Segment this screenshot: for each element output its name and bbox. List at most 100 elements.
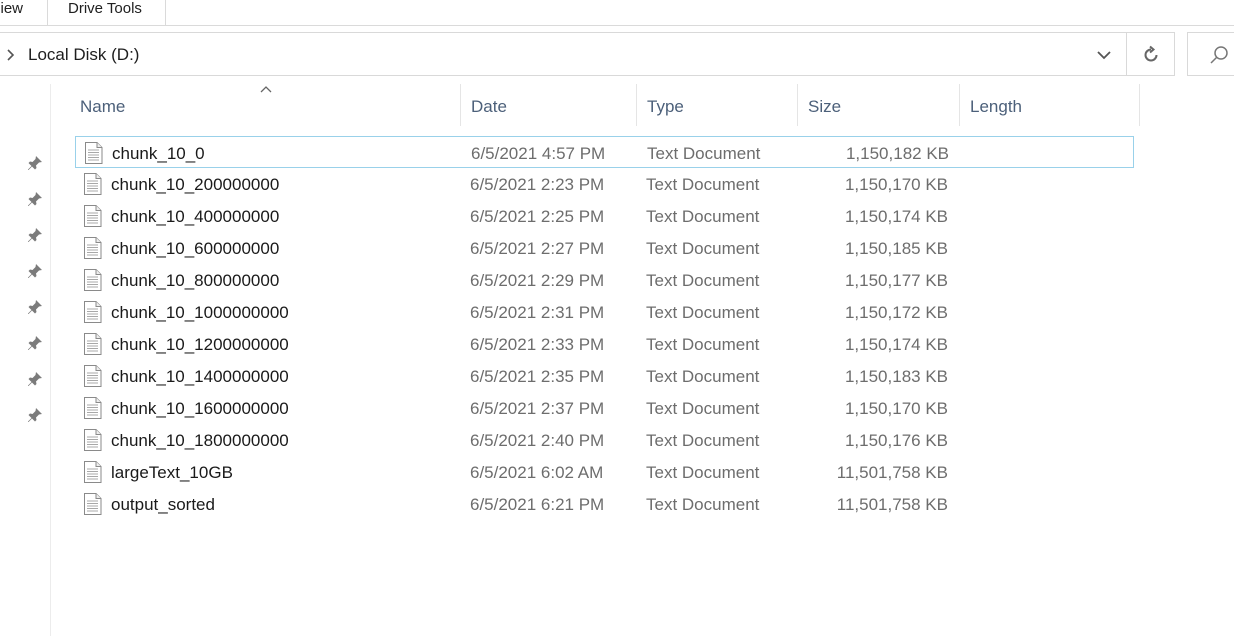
- file-date: 6/5/2021 2:37 PM: [470, 399, 605, 418]
- file-row[interactable]: largeText_10GB 6/5/2021 6:02 AM Text Doc…: [75, 456, 1134, 488]
- file-type: Text Document: [646, 207, 760, 226]
- file-row[interactable]: chunk_10_200000000 6/5/2021 2:23 PM Text…: [75, 168, 1134, 200]
- file-type: Text Document: [646, 239, 760, 258]
- address-bar[interactable]: Local Disk (D:): [0, 32, 1127, 76]
- refresh-icon: [1144, 45, 1158, 62]
- file-size: 1,150,185 KB: [844, 239, 948, 258]
- text-file-icon: [84, 333, 102, 355]
- text-file-icon: [84, 397, 102, 419]
- file-size: 1,150,177 KB: [844, 271, 948, 290]
- pin-icon[interactable]: [27, 335, 43, 351]
- text-file-icon: [84, 461, 102, 483]
- ribbon-tabs: iew Drive Tools: [0, 0, 1234, 26]
- text-file-icon: [84, 365, 102, 387]
- search-box[interactable]: [1187, 32, 1234, 76]
- pin-icon[interactable]: [27, 155, 43, 171]
- pin-icon[interactable]: [27, 191, 43, 207]
- file-row[interactable]: chunk_10_1600000000 6/5/2021 2:37 PM Tex…: [75, 392, 1134, 424]
- file-type: Text Document: [646, 431, 760, 450]
- file-size: 11,501,758 KB: [836, 495, 948, 514]
- pin-icon[interactable]: [27, 299, 43, 315]
- column-header-type-label: Type: [647, 97, 684, 116]
- refresh-button[interactable]: [1127, 32, 1175, 76]
- file-row[interactable]: output_sorted 6/5/2021 6:21 PM Text Docu…: [75, 488, 1134, 520]
- file-size: 1,150,174 KB: [844, 207, 948, 226]
- tab-drive-tools-label: Drive Tools: [68, 0, 142, 17]
- file-name: chunk_10_1800000000: [111, 431, 289, 450]
- file-row[interactable]: chunk_10_400000000 6/5/2021 2:25 PM Text…: [75, 200, 1134, 232]
- file-date: 6/5/2021 2:29 PM: [470, 271, 605, 290]
- file-size: 1,150,183 KB: [844, 367, 948, 386]
- file-name: chunk_10_1000000000: [111, 303, 289, 322]
- file-name: largeText_10GB: [111, 463, 233, 482]
- file-row[interactable]: chunk_10_1000000000 6/5/2021 2:31 PM Tex…: [75, 296, 1134, 328]
- file-row[interactable]: chunk_10_1400000000 6/5/2021 2:35 PM Tex…: [75, 360, 1134, 392]
- file-type: Text Document: [646, 335, 760, 354]
- file-row[interactable]: chunk_10_800000000 6/5/2021 2:29 PM Text…: [75, 264, 1134, 296]
- file-size: 1,150,172 KB: [844, 303, 948, 322]
- file-date: 6/5/2021 2:25 PM: [470, 207, 605, 226]
- file-name: chunk_10_800000000: [111, 271, 280, 290]
- text-file-icon: [84, 493, 102, 515]
- file-type: Text Document: [646, 367, 760, 386]
- file-date: 6/5/2021 2:31 PM: [470, 303, 605, 322]
- text-file-icon: [84, 205, 102, 227]
- pin-icon[interactable]: [27, 407, 43, 423]
- text-file-icon: [85, 142, 103, 164]
- column-header-length-label: Length: [970, 97, 1022, 116]
- file-name: chunk_10_400000000: [111, 207, 280, 226]
- file-type: Text Document: [647, 144, 761, 163]
- file-date: 6/5/2021 6:02 AM: [470, 463, 604, 482]
- file-row[interactable]: chunk_10_600000000 6/5/2021 2:27 PM Text…: [75, 232, 1134, 264]
- file-date: 6/5/2021 2:27 PM: [470, 239, 605, 258]
- file-name: chunk_10_600000000: [111, 239, 280, 258]
- file-name: chunk_10_1600000000: [111, 399, 289, 418]
- file-size: 1,150,170 KB: [844, 175, 948, 194]
- file-size: 1,150,176 KB: [844, 431, 948, 450]
- column-header-name[interactable]: Name: [70, 84, 461, 126]
- file-date: 6/5/2021 2:23 PM: [470, 175, 605, 194]
- file-row[interactable]: chunk_10_1800000000 6/5/2021 2:40 PM Tex…: [75, 424, 1134, 456]
- file-name: chunk_10_200000000: [111, 175, 280, 194]
- chevron-down-icon[interactable]: [1096, 49, 1112, 61]
- file-date: 6/5/2021 2:33 PM: [470, 335, 605, 354]
- column-header-length[interactable]: Length: [960, 84, 1140, 126]
- file-type: Text Document: [646, 463, 760, 482]
- file-date: 6/5/2021 2:35 PM: [470, 367, 605, 386]
- file-size: 1,150,182 KB: [845, 144, 949, 163]
- pin-icon[interactable]: [27, 263, 43, 279]
- file-type: Text Document: [646, 271, 760, 290]
- file-row[interactable]: chunk_10_1200000000 6/5/2021 2:33 PM Tex…: [75, 328, 1134, 360]
- column-header-type[interactable]: Type: [637, 84, 798, 126]
- file-row[interactable]: chunk_10_0 6/5/2021 4:57 PM Text Documen…: [75, 136, 1134, 168]
- pin-icon[interactable]: [27, 371, 43, 387]
- search-icon: [1210, 46, 1228, 64]
- column-header-size[interactable]: Size: [798, 84, 960, 126]
- tab-view[interactable]: iew: [0, 0, 48, 25]
- file-date: 6/5/2021 6:21 PM: [470, 495, 605, 514]
- pin-icon[interactable]: [27, 227, 43, 243]
- text-file-icon: [84, 237, 102, 259]
- breadcrumb[interactable]: Local Disk (D:): [28, 45, 139, 65]
- file-size: 1,150,174 KB: [844, 335, 948, 354]
- tab-view-label: iew: [0, 0, 23, 17]
- text-file-icon: [84, 429, 102, 451]
- text-file-icon: [84, 173, 102, 195]
- tab-drive-tools[interactable]: Drive Tools: [47, 0, 166, 25]
- file-type: Text Document: [646, 175, 760, 194]
- file-name: output_sorted: [111, 495, 215, 514]
- navigation-pane: [0, 84, 51, 636]
- chevron-right-icon[interactable]: [5, 48, 17, 62]
- text-file-icon: [84, 301, 102, 323]
- text-file-icon: [84, 269, 102, 291]
- column-header-name-label: Name: [80, 97, 126, 116]
- file-name: chunk_10_0: [112, 144, 205, 163]
- file-size: 11,501,758 KB: [836, 463, 948, 482]
- file-date: 6/5/2021 2:40 PM: [470, 431, 605, 450]
- column-headers: Name Date Type Size Length: [70, 84, 1140, 126]
- file-type: Text Document: [646, 495, 760, 514]
- file-name: chunk_10_1400000000: [111, 367, 289, 386]
- file-date: 6/5/2021 4:57 PM: [471, 144, 606, 163]
- file-type: Text Document: [646, 303, 760, 322]
- column-header-date[interactable]: Date: [461, 84, 637, 126]
